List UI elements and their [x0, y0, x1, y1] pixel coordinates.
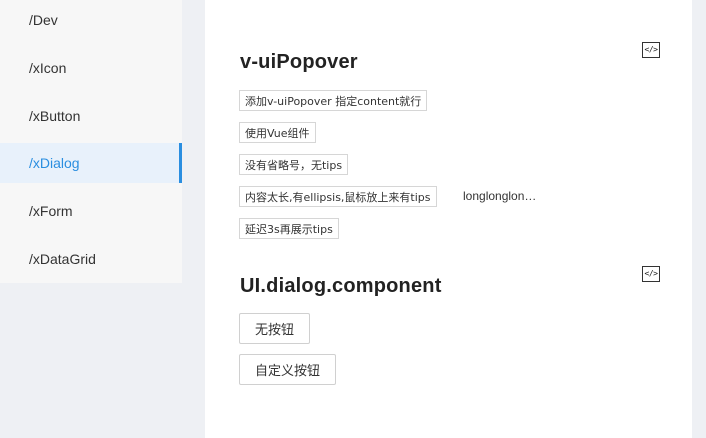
truncated-text[interactable]: longlonglongtext	[463, 186, 537, 206]
sidebar-item-xdialog[interactable]: /xDialog	[0, 143, 182, 183]
popover-vue-component-button[interactable]: 使用Vue组件	[239, 122, 316, 143]
popover-content-button[interactable]: 添加v-uiPopover 指定content就行	[239, 90, 428, 111]
sidebar-item-xform[interactable]: /xForm	[0, 191, 182, 231]
sidebar-item-xdatagrid[interactable]: /xDataGrid	[0, 239, 182, 279]
sidebar-item-xicon[interactable]: /xIcon	[0, 48, 182, 88]
sidebar-item-xbutton[interactable]: /xButton	[0, 96, 182, 136]
section-title-dialog: UI.dialog.component	[240, 275, 442, 297]
custom-buttons-dialog-button[interactable]: 自定义按钮	[239, 354, 337, 385]
popover-no-ellipsis-button[interactable]: 没有省略号，无tips	[239, 154, 349, 175]
no-buttons-dialog-button[interactable]: 无按钮	[239, 313, 311, 344]
sidebar-item-dev[interactable]: /Dev	[0, 0, 182, 40]
sidebar: /Dev /xIcon /xButton /xDialog /xForm /xD…	[0, 0, 182, 283]
section-title-popover: v-uiPopover	[240, 51, 358, 73]
popover-delay-button[interactable]: 延迟3s再展示tips	[239, 218, 339, 239]
code-icon-glyph: </>	[644, 269, 658, 278]
view-code-icon[interactable]: </>	[642, 266, 660, 282]
code-icon-glyph: </>	[644, 45, 658, 54]
popover-ellipsis-button[interactable]: 内容太长,有ellipsis,鼠标放上来有tips	[239, 186, 437, 207]
view-code-icon[interactable]: </>	[642, 42, 660, 58]
